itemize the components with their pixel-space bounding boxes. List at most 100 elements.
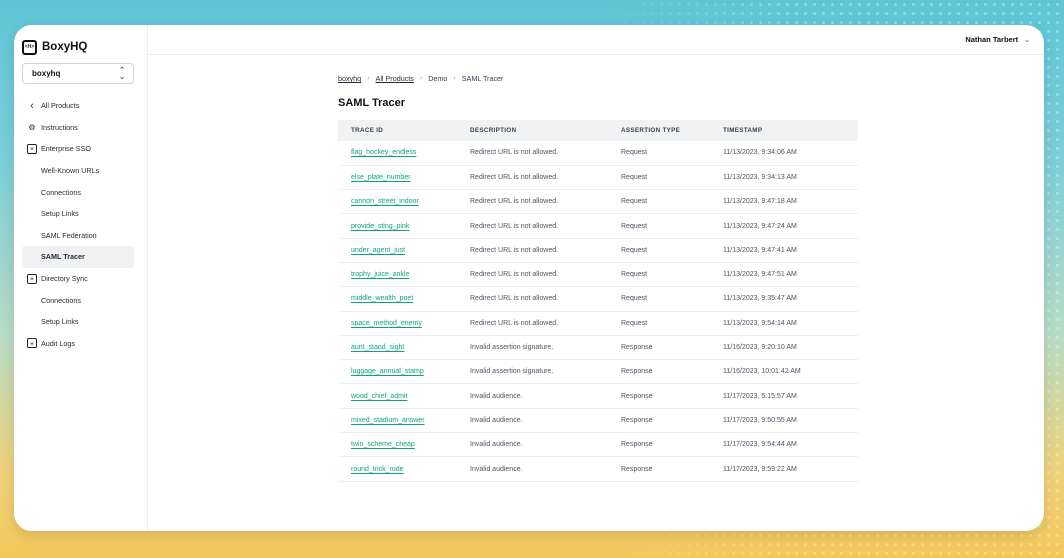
table-cell: 11/16/2023, 9:20:10 AM [723, 335, 858, 359]
sidebar-item-enterprise-sso[interactable]: H Enterprise SSO [22, 138, 134, 160]
sidebar-item-saml-federation[interactable]: SAML Federation [22, 225, 134, 247]
trace-description: Invalid assertion signature. [470, 344, 554, 352]
table-row[interactable]: wood_chief_admit Invalid audience. Respons… [338, 384, 858, 409]
trace-timestamp: 11/13/2023, 9:34:13 AM [723, 173, 797, 181]
sidebar-item-label: SAML Tracer [41, 252, 85, 262]
table-cell: 11/13/2023, 9:34:06 AM [723, 141, 858, 165]
table-cell: middle_wealth_poet [338, 287, 470, 311]
trace-id-link[interactable]: under_agent_just [351, 247, 405, 254]
trace-description: Redirect URL is not allowed. [470, 271, 559, 279]
table-cell: mixed_stadium_answer [338, 408, 470, 432]
trace-timestamp: 11/16/2023, 9:20:10 AM [723, 344, 797, 352]
trace-id-link[interactable]: aunt_stand_sight [351, 344, 404, 351]
page-title: SAML Tracer [338, 97, 406, 109]
trace-description: Redirect URL is not allowed. [470, 319, 559, 327]
table-cell: 11/13/2023, 9:54:14 AM [723, 311, 858, 335]
table-row[interactable]: cannon_street_indoor Redirect URL is not … [338, 190, 858, 214]
trace-description: Invalid audience. [470, 441, 523, 449]
trace-id-link[interactable]: twin_scheme_cheap [351, 441, 415, 448]
traces-table: TRACE ID DESCRIPTION ASSERTION TYPE TIME… [338, 120, 858, 482]
sidebar-item-connections[interactable]: Connections [22, 181, 134, 203]
table-row[interactable]: round_trick_rude Invalid audience. Respons… [338, 457, 858, 482]
trace-id-link[interactable]: flag_hockey_endless [351, 149, 416, 156]
table-cell: Invalid assertion signature. [470, 360, 621, 384]
sidebar-item-all-products[interactable]: ‹ All Products [22, 95, 134, 117]
chevron-left-icon: ‹ [30, 99, 34, 112]
table-row[interactable]: flag_hockey_endless Redirect URL is not a… [338, 141, 858, 166]
table-row[interactable]: luggage_annual_stamp Invalid assertion si… [338, 360, 858, 384]
trace-description: Invalid audience. [470, 465, 523, 473]
table-row[interactable]: trophy_juice_ankle Redirect URL is not al… [338, 262, 858, 287]
breadcrumb-saml-tracer: SAML Tracer [461, 74, 504, 83]
assertion-type: Request [621, 173, 648, 181]
table-row[interactable]: twin_scheme_cheap Invalid audience. Respon… [338, 433, 858, 457]
box-logo-icon: H [27, 273, 37, 284]
table-cell: 11/16/2023, 10:01:42 AM [723, 360, 858, 384]
trace-id-link[interactable]: space_method_enemy [351, 320, 422, 327]
breadcrumb-boxyhq[interactable]: boxyhq [338, 74, 361, 83]
chevron-down-icon[interactable]: ⌄ [1024, 36, 1030, 44]
trace-id-link[interactable]: luggage_annual_stamp [351, 368, 424, 375]
table-cell: Invalid audience. [470, 457, 621, 481]
trace-id-link[interactable]: wood_chief_admit [351, 393, 407, 400]
trace-id-link[interactable]: round_trick_rude [351, 466, 404, 473]
box-logo-icon: H [27, 338, 37, 349]
breadcrumb-demo: Demo [428, 74, 448, 83]
table-cell: Invalid audience. [470, 384, 621, 408]
table-cell: cannon_street_indoor [338, 190, 470, 214]
boxyhq-logo-icon: <H> [22, 39, 37, 55]
table-row[interactable]: middle_wealth_poet Redirect URL is not al… [338, 287, 858, 312]
trace-id-link[interactable]: cannon_street_indoor [351, 198, 419, 205]
table-cell: Redirect URL is not allowed. [470, 141, 621, 165]
column-header-description: DESCRIPTION [470, 127, 517, 134]
sidebar-item-audit-logs[interactable]: H Audit Logs [22, 333, 134, 355]
table-cell: space_method_enemy [338, 311, 470, 335]
sidebar-item-label: Setup Links [41, 209, 79, 219]
sidebar-item-setup-links[interactable]: Setup Links [22, 203, 134, 225]
assertion-type: Response [621, 368, 653, 376]
table-cell: Redirect URL is not allowed. [470, 287, 621, 311]
table-row[interactable]: space_method_enemy Redirect URL is not al… [338, 311, 858, 336]
sidebar-item-label: SAML Federation [41, 230, 97, 240]
breadcrumb-all-products[interactable]: All Products [376, 74, 414, 83]
team-select[interactable]: boxyhq ⌃ ⌄ [22, 63, 134, 84]
sidebar-item-setup-links[interactable]: Setup Links [22, 311, 134, 333]
trace-id-link[interactable]: mixed_stadium_answer [351, 417, 425, 424]
user-menu-name[interactable]: Nathan Tarbert [965, 35, 1018, 44]
table-cell: Request [621, 190, 723, 214]
table-row[interactable]: under_agent_just Redirect URL is not allo… [338, 238, 858, 263]
table-row[interactable]: provide_sting_pink Redirect URL is not al… [338, 214, 858, 239]
trace-description: Redirect URL is not allowed. [470, 173, 559, 181]
assertion-type: Request [621, 319, 648, 327]
table-row[interactable]: mixed_stadium_answer Invalid audience. Res… [338, 408, 858, 433]
table-cell: Response [621, 433, 723, 457]
assertion-type: Request [621, 246, 648, 254]
trace-id-link[interactable]: provide_sting_pink [351, 223, 409, 230]
table-cell: Request [621, 287, 723, 311]
sidebar-item-directory-sync[interactable]: H Directory Sync [22, 268, 134, 290]
table-row[interactable]: aunt_stand_sight Invalid assertion signat… [338, 335, 858, 360]
sidebar-item-instructions[interactable]: ⚙ Instructions [22, 117, 134, 139]
trace-id-link[interactable]: trophy_juice_ankle [351, 271, 409, 278]
table-cell: 11/17/2023, 9:50:55 AM [723, 408, 858, 432]
trace-id-link[interactable]: middle_wealth_poet [351, 295, 413, 302]
app-window: <H> BoxyHQ boxyhq ⌃ ⌄ ‹ All Products ⚙ Instr… [14, 25, 1044, 531]
trace-id-link[interactable]: else_plate_number [351, 174, 411, 181]
sidebar-item-connections[interactable]: Connections [22, 289, 134, 311]
table-body: flag_hockey_endless Redirect URL is not a… [338, 141, 858, 482]
table-cell: 11/17/2023, 9:59:22 AM [723, 457, 858, 481]
table-cell: Invalid audience. [470, 433, 621, 457]
sidebar-item-saml-tracer[interactable]: SAML Tracer [22, 246, 134, 268]
table-cell: aunt_stand_sight [338, 335, 470, 359]
table-cell: Response [621, 335, 723, 359]
table-cell: provide_sting_pink [338, 214, 470, 238]
assertion-type: Response [621, 344, 653, 352]
sidebar-item-well-known-urls[interactable]: Well-Known URLs [22, 160, 134, 182]
table-cell: Invalid assertion signature. [470, 335, 621, 359]
brand[interactable]: <H> BoxyHQ [22, 25, 147, 65]
trace-timestamp: 11/13/2023, 9:47:24 AM [723, 222, 797, 230]
trace-description: Invalid audience. [470, 416, 523, 424]
table-cell: Redirect URL is not allowed. [470, 238, 621, 262]
table-row[interactable]: else_plate_number Redirect URL is not all… [338, 165, 858, 190]
table-cell: Invalid audience. [470, 408, 621, 432]
